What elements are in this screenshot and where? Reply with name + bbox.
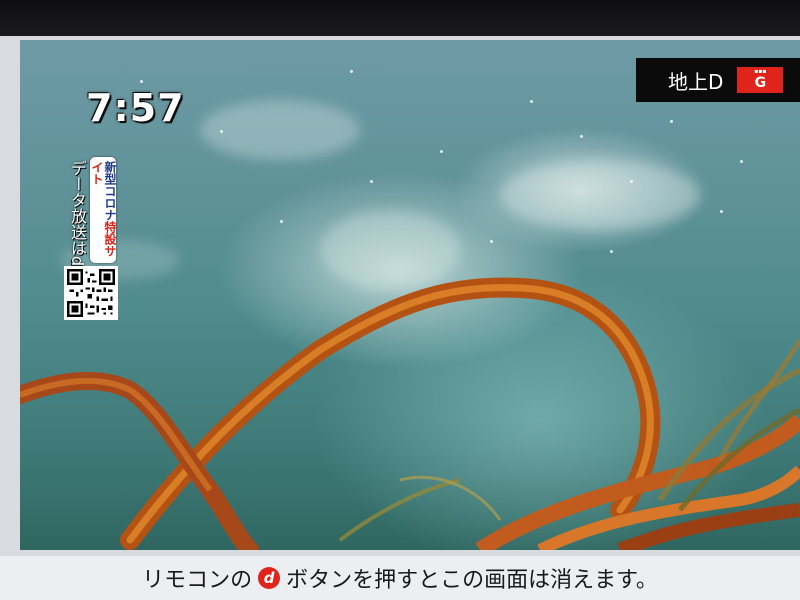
covid-banner-text: 新型コロナ特設サイト <box>90 161 117 261</box>
channel-label: 地上D <box>668 69 724 94</box>
clock-time: 7:57 <box>86 86 185 130</box>
remote-instruction-bar: リモコンの d ボタンを押すとこの画面は消えます。 <box>0 556 800 600</box>
channel-mark: ▪▪▪ G <box>737 67 784 93</box>
channel-mark-decoration: ▪▪▪ <box>754 68 767 75</box>
qr-code-icon <box>64 266 118 320</box>
channel-mark-letter: G <box>754 75 767 91</box>
data-broadcast-hint: データ放送はd <box>68 160 87 267</box>
instruction-text-after: ボタンを押すとこの画面は消えます。 <box>286 568 658 593</box>
d-button-icon: d <box>258 567 281 589</box>
instruction-text-before: リモコンの <box>142 568 253 593</box>
covid-special-site-banner[interactable]: 新型コロナ特設サイト <box>90 157 117 263</box>
covid-line1: 新型コロナ <box>103 161 117 221</box>
channel-badge: 地上D ▪▪▪ G <box>636 58 800 102</box>
remote-instruction-text: リモコンの d ボタンを押すとこの画面は消えます。 <box>142 562 658 594</box>
